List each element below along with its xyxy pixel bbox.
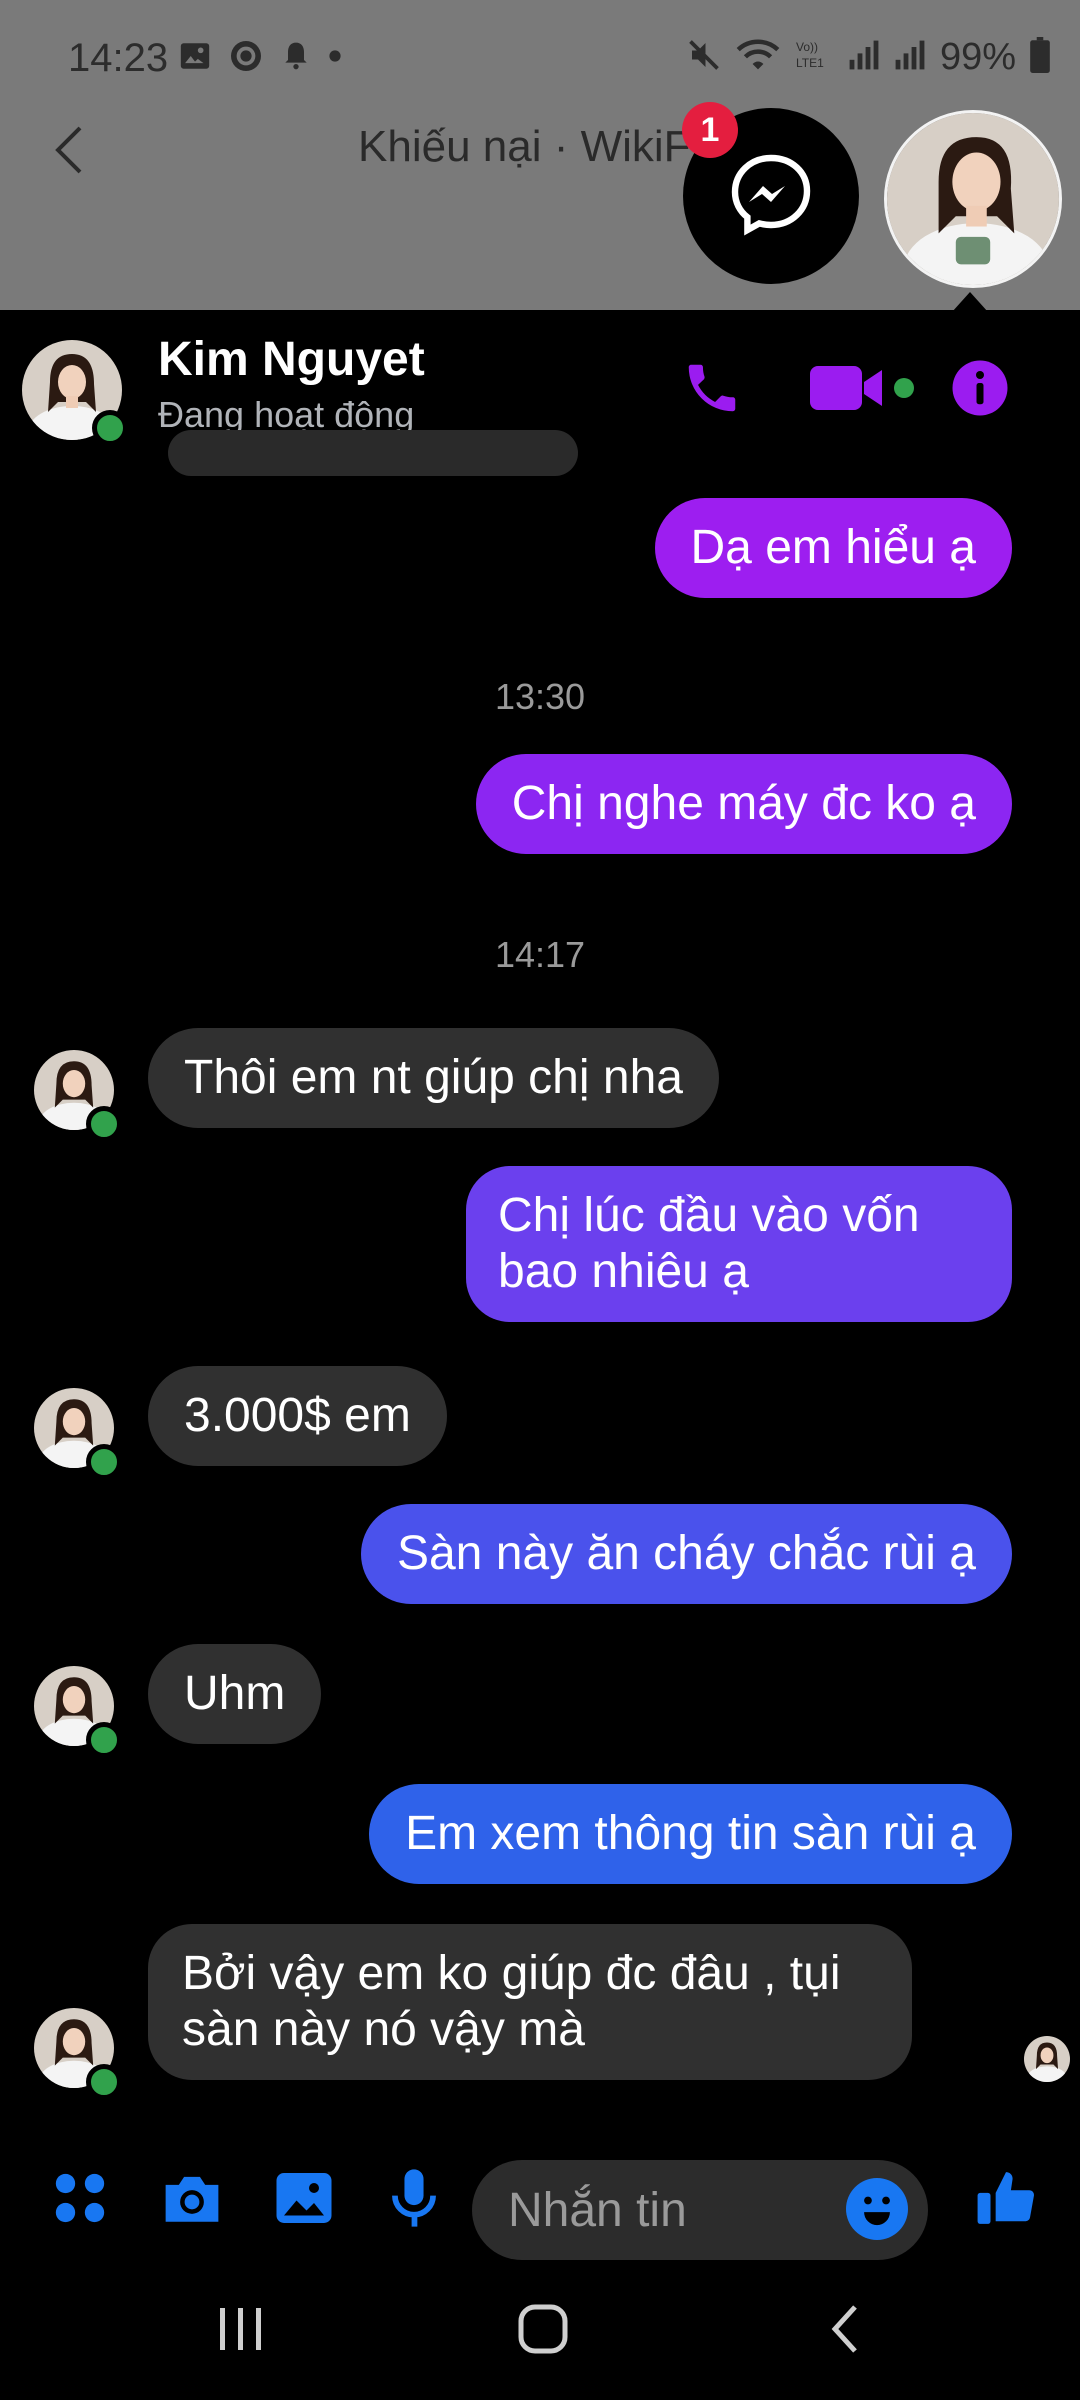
recents-button[interactable] xyxy=(196,2300,286,2362)
seen-indicator-avatar xyxy=(1024,2036,1070,2082)
timestamp: 13:30 xyxy=(494,676,586,717)
online-indicator xyxy=(86,1106,122,1142)
call-button[interactable] xyxy=(672,352,752,428)
apps-button[interactable] xyxy=(44,2164,116,2236)
mic-icon xyxy=(388,2167,440,2234)
outgoing-message[interactable]: Sàn này ăn cháy chắc rùi ạ xyxy=(360,1504,1012,1604)
incoming-message[interactable]: Uhm xyxy=(148,1644,322,1744)
apps-icon xyxy=(51,2169,109,2232)
home-button[interactable] xyxy=(498,2300,588,2362)
emoji-button[interactable] xyxy=(846,2178,908,2240)
timestamp: 14:17 xyxy=(494,934,586,975)
composer-bar xyxy=(0,2130,1080,2262)
outgoing-message[interactable]: Em xem thông tin sàn rùi ạ xyxy=(369,1784,1012,1884)
recents-icon xyxy=(216,2306,266,2357)
video-call-button[interactable] xyxy=(806,352,926,428)
wifi-icon xyxy=(736,37,780,78)
contact-name[interactable]: Kim Nguyet xyxy=(158,332,425,387)
online-indicator xyxy=(92,410,128,446)
status-icons-left xyxy=(178,38,342,79)
incoming-message[interactable]: Bởi vậy em ko giúp đc đâu , tụi sàn này … xyxy=(148,1924,912,2080)
chat-panel: Kim Nguyet Đang hoạt động Dạ em hiểu ạ 1… xyxy=(0,310,1080,2262)
outgoing-message[interactable]: Chị nghe máy đc ko ạ xyxy=(475,754,1012,854)
svg-text:Vo)): Vo)) xyxy=(796,40,818,54)
notification-badge: 1 xyxy=(682,102,738,158)
like-button[interactable] xyxy=(970,2164,1042,2236)
emoji-icon xyxy=(846,2176,908,2243)
avatar xyxy=(887,113,1059,285)
signal-icon xyxy=(894,39,926,76)
camera-icon xyxy=(160,2169,224,2232)
battery-icon xyxy=(1030,37,1050,78)
back-icon xyxy=(825,2303,865,2360)
outgoing-message[interactable]: Chị lúc đầu vào vốn bao nhiêu ạ xyxy=(466,1166,1012,1322)
battery-percent: 99% xyxy=(939,36,1016,78)
volte-icon: Vo)) LTE1 xyxy=(794,37,834,78)
online-indicator xyxy=(86,2064,122,2100)
video-icon xyxy=(806,360,926,421)
status-time: 14:23 xyxy=(68,36,169,80)
incoming-message[interactable]: Thôi em nt giúp chị nha xyxy=(148,1028,719,1128)
mute-icon xyxy=(686,37,722,78)
dot-icon xyxy=(328,49,342,68)
navigation-bar xyxy=(0,2262,1080,2400)
mic-button[interactable] xyxy=(378,2164,450,2236)
home-icon xyxy=(517,2303,569,2360)
info-icon xyxy=(950,358,1010,423)
online-indicator xyxy=(86,1722,122,1758)
signal-icon xyxy=(848,39,880,76)
gallery-button[interactable] xyxy=(268,2164,340,2236)
partial-message-bubble xyxy=(168,430,578,476)
chathead-pointer xyxy=(952,292,988,312)
image-icon xyxy=(178,39,212,78)
outgoing-message[interactable]: Dạ em hiểu ạ xyxy=(654,498,1012,598)
svg-text:LTE1: LTE1 xyxy=(796,56,824,70)
like-icon xyxy=(975,2167,1037,2234)
background-title: Khiếu nại · WikiF xyxy=(358,122,691,171)
phone-icon xyxy=(681,357,743,424)
background-back-icon xyxy=(40,120,100,180)
message-list[interactable]: Dạ em hiểu ạ 13:30 Chị nghe máy đc ko ạ … xyxy=(0,430,1080,2130)
contact-chathead[interactable] xyxy=(884,110,1062,288)
status-bar: 14:23 Vo)) LTE1 99% xyxy=(0,0,1080,120)
camera-button[interactable] xyxy=(156,2164,228,2236)
bell-icon xyxy=(280,39,312,78)
info-button[interactable] xyxy=(948,352,1012,428)
online-indicator xyxy=(86,1444,122,1480)
sync-icon xyxy=(228,38,264,79)
back-button[interactable] xyxy=(800,2300,890,2362)
incoming-message[interactable]: 3.000$ em xyxy=(148,1366,447,1466)
messenger-icon xyxy=(723,146,819,247)
gallery-icon xyxy=(274,2169,334,2232)
status-icons-right: Vo)) LTE1 99% xyxy=(686,36,1050,79)
